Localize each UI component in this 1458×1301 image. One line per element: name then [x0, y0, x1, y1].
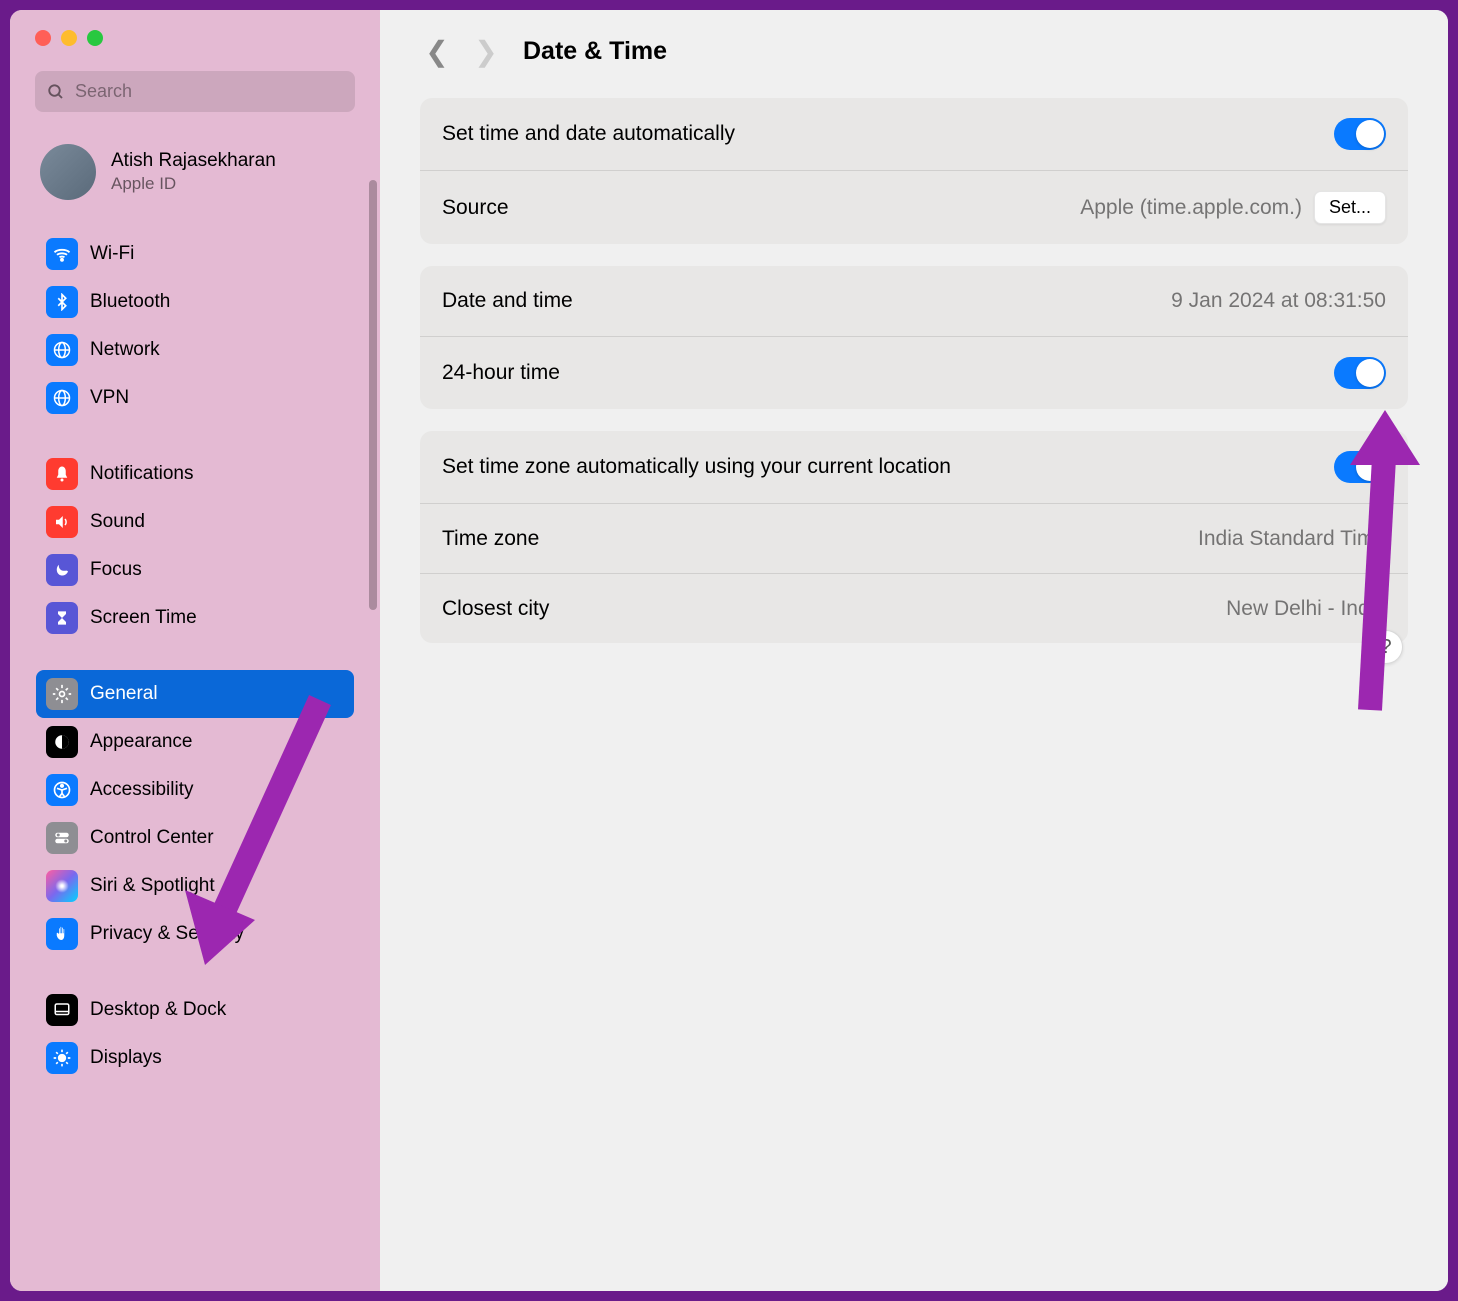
bluetooth-icon — [46, 286, 78, 318]
sidebar-item-bluetooth[interactable]: Bluetooth — [36, 278, 354, 326]
datetime-value: 9 Jan 2024 at 08:31:50 — [1171, 289, 1386, 313]
sidebar-item-vpn[interactable]: VPN — [36, 374, 354, 422]
user-info: Atish Rajasekharan Apple ID — [111, 150, 276, 194]
sidebar-item-notifications[interactable]: Notifications — [36, 450, 354, 498]
display-icon — [46, 1042, 78, 1074]
timezone-value: India Standard Time — [1198, 527, 1386, 551]
close-window-button[interactable] — [35, 30, 51, 46]
search-input[interactable] — [75, 81, 343, 102]
row-label: Time zone — [442, 527, 539, 551]
minimize-window-button[interactable] — [61, 30, 77, 46]
page-title: Date & Time — [523, 37, 667, 66]
sidebar-item-label: Focus — [90, 559, 142, 581]
hourglass-icon — [46, 602, 78, 634]
row-auto-timezone: Set time zone automatically using your c… — [420, 431, 1408, 503]
sidebar-item-label: Wi-Fi — [90, 243, 134, 265]
sidebar-item-label: Accessibility — [90, 779, 193, 801]
row-datetime: Date and time 9 Jan 2024 at 08:31:50 — [420, 266, 1408, 336]
row-label: Source — [442, 196, 509, 220]
forward-button[interactable]: ❯ — [474, 35, 498, 68]
sidebar-item-focus[interactable]: Focus — [36, 546, 354, 594]
sidebar-item-label: Appearance — [90, 731, 192, 753]
search-box[interactable] — [35, 71, 355, 112]
sidebar-item-sound[interactable]: Sound — [36, 498, 354, 546]
user-name: Atish Rajasekharan — [111, 150, 276, 172]
sidebar-item-label: Control Center — [90, 827, 214, 849]
avatar — [40, 144, 96, 200]
user-subtitle: Apple ID — [111, 174, 276, 194]
sidebar-item-label: Screen Time — [90, 607, 197, 629]
sidebar-item-label: Notifications — [90, 463, 194, 485]
settings-window: Atish Rajasekharan Apple ID Wi-Fi Blueto… — [10, 10, 1448, 1291]
sidebar-item-screentime[interactable]: Screen Time — [36, 594, 354, 642]
network-icon — [46, 334, 78, 366]
row-value-container: Apple (time.apple.com.) Set... — [1080, 191, 1386, 224]
gear-icon — [46, 678, 78, 710]
row-label: Set time zone automatically using your c… — [442, 455, 951, 479]
set-source-button[interactable]: Set... — [1314, 191, 1386, 224]
sidebar-item-siri[interactable]: Siri & Spotlight — [36, 862, 354, 910]
sidebar-item-displays[interactable]: Displays — [36, 1034, 354, 1082]
row-source: Source Apple (time.apple.com.) Set... — [420, 170, 1408, 244]
row-24hour: 24-hour time — [420, 336, 1408, 409]
row-label: 24-hour time — [442, 361, 560, 385]
dock-icon — [46, 994, 78, 1026]
sidebar-item-label: Privacy & Security — [90, 923, 244, 945]
accessibility-icon — [46, 774, 78, 806]
appearance-icon — [46, 726, 78, 758]
toggles-icon — [46, 822, 78, 854]
siri-icon — [46, 870, 78, 902]
moon-icon — [46, 554, 78, 586]
search-icon — [47, 83, 65, 101]
sidebar-item-label: VPN — [90, 387, 129, 409]
sidebar-item-appearance[interactable]: Appearance — [36, 718, 354, 766]
hand-icon — [46, 918, 78, 950]
sidebar-item-label: Network — [90, 339, 160, 361]
row-auto-time: Set time and date automatically — [420, 98, 1408, 170]
hour24-toggle[interactable] — [1334, 357, 1386, 389]
sidebar-item-wifi[interactable]: Wi-Fi — [36, 230, 354, 278]
row-timezone: Time zone India Standard Time — [420, 503, 1408, 573]
user-profile[interactable]: Atish Rajasekharan Apple ID — [10, 132, 380, 225]
maximize-window-button[interactable] — [87, 30, 103, 46]
bell-icon — [46, 458, 78, 490]
wifi-icon — [46, 238, 78, 270]
row-label: Date and time — [442, 289, 573, 313]
content-pane: ❮ ❯ Date & Time Set time and date automa… — [380, 10, 1448, 1291]
sidebar-item-label: Bluetooth — [90, 291, 170, 313]
sidebar-item-network[interactable]: Network — [36, 326, 354, 374]
row-city: Closest city New Delhi - India — [420, 573, 1408, 643]
settings-group-datetime: Date and time 9 Jan 2024 at 08:31:50 24-… — [420, 266, 1408, 409]
sidebar: Atish Rajasekharan Apple ID Wi-Fi Blueto… — [10, 10, 380, 1291]
speaker-icon — [46, 506, 78, 538]
city-value: New Delhi - India — [1226, 597, 1386, 621]
sidebar-item-general[interactable]: General — [36, 670, 354, 718]
sidebar-item-label: Displays — [90, 1047, 162, 1069]
content-header: ❮ ❯ Date & Time — [420, 10, 1408, 98]
sidebar-item-label: Desktop & Dock — [90, 999, 226, 1021]
sidebar-item-controlcenter[interactable]: Control Center — [36, 814, 354, 862]
auto-timezone-toggle[interactable] — [1334, 451, 1386, 483]
settings-group-time: Set time and date automatically Source A… — [420, 98, 1408, 244]
sidebar-item-desktop[interactable]: Desktop & Dock — [36, 986, 354, 1034]
settings-group-timezone: Set time zone automatically using your c… — [420, 431, 1408, 643]
sidebar-item-label: Siri & Spotlight — [90, 875, 215, 897]
sidebar-item-label: Sound — [90, 511, 145, 533]
auto-time-toggle[interactable] — [1334, 118, 1386, 150]
sidebar-item-privacy[interactable]: Privacy & Security — [36, 910, 354, 958]
row-label: Closest city — [442, 597, 549, 621]
window-controls — [10, 10, 380, 61]
help-button[interactable]: ? — [1369, 630, 1403, 664]
back-button[interactable]: ❮ — [425, 35, 449, 68]
sidebar-item-label: General — [90, 683, 158, 705]
source-value: Apple (time.apple.com.) — [1080, 196, 1302, 220]
row-label: Set time and date automatically — [442, 122, 735, 146]
sidebar-item-accessibility[interactable]: Accessibility — [36, 766, 354, 814]
sidebar-scrollbar[interactable] — [369, 180, 377, 610]
vpn-icon — [46, 382, 78, 414]
